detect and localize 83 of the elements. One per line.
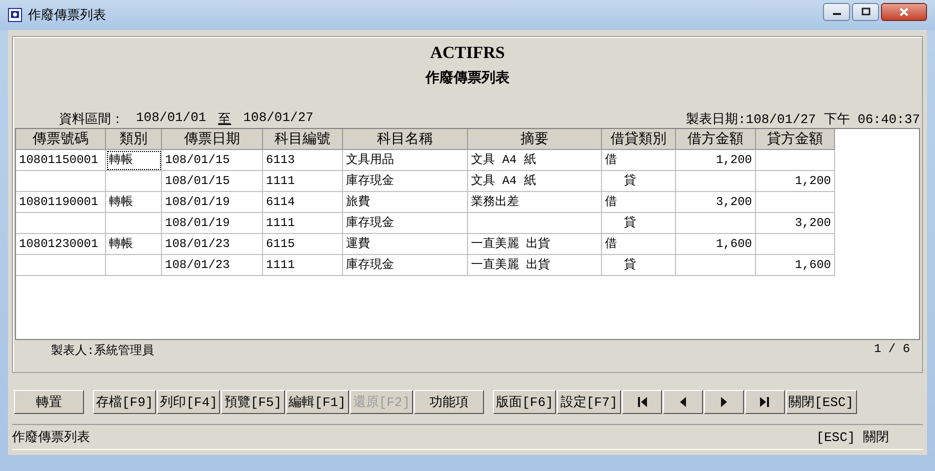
column-header: 傳票號碼 [16,129,106,150]
table-cell: 108/01/23 [162,234,263,255]
toolbar-button[interactable]: 編輯[F1] [286,390,349,414]
column-header: 科目編號 [263,129,343,150]
column-header: 摘要 [468,129,602,150]
close-icon [899,7,909,17]
table-cell: 1,200 [756,171,835,192]
column-header: 貸方金額 [756,129,835,150]
table-cell: 庫存現金 [343,171,468,192]
table-cell: 10801190001 [16,192,106,213]
first-page-button[interactable] [622,390,662,414]
table-cell: 一直美麗 出貨 [468,234,602,255]
next-page-button[interactable] [704,390,744,414]
table-cell: 庫存現金 [343,213,468,234]
table-cell: 6114 [263,192,343,213]
table-cell: 3,200 [676,192,756,213]
status-shortcut: [ESC] 關閉 [816,429,890,446]
toolbar-button[interactable]: 預覽[F5] [221,390,285,414]
table-cell: 10801150001 [16,150,106,171]
table-cell: 1,600 [756,255,835,276]
table-cell: 108/01/19 [162,192,263,213]
table-cell: 6115 [263,234,343,255]
table-cell: 文具用品 [343,150,468,171]
table-cell: 借 [602,234,676,255]
last-arrow-icon [758,396,771,408]
status-text: 作廢傳票列表 [12,429,90,446]
print-date: 製表日期:108/01/27 下午 06:40:37 [686,111,920,128]
column-header: 傳票日期 [162,129,263,150]
table-cell: 借 [602,150,676,171]
report-title: 作廢傳票列表 [424,69,510,87]
table-cell: 1111 [263,255,343,276]
first-arrow-icon [636,396,648,408]
range-to: 108/01/27 [243,110,314,127]
page-number: 1 / 6 [874,342,910,358]
column-header: 借方金額 [676,129,756,150]
minimize-button[interactable] [823,3,850,21]
column-header: 類別 [106,129,162,150]
table-cell: 轉帳 [106,234,162,255]
toolbar-button[interactable]: 轉置 [14,390,84,414]
company-name: ACTIFRS [429,43,506,63]
table-cell: 1111 [263,171,343,192]
table-cell: 108/01/15 [162,150,263,171]
table-cell: 貸 [602,213,676,234]
table-cell: 6113 [263,150,343,171]
table-cell: 運費 [343,234,468,255]
last-page-button[interactable] [744,390,785,414]
table-cell: 1111 [263,213,343,234]
table-cell: 旅費 [343,192,468,213]
column-header: 科目名稱 [343,129,468,150]
table-cell: 1,200 [676,150,756,171]
toolbar-button[interactable]: 關閉[ESC] [786,390,857,414]
table-cell: 文具 A4 紙 [468,150,602,171]
range-from: 108/01/01 [136,110,206,127]
table-cell: 108/01/15 [162,171,263,192]
range-label: 資料區間： [59,111,124,128]
table-cell: 轉帳 [106,150,162,171]
window-title: 作廢傳票列表 [28,7,106,24]
table-cell: 借 [602,192,676,213]
column-header: 借貸類別 [602,129,676,150]
table-cell: 庫存現金 [343,255,468,276]
table-cell: 108/01/19 [162,213,263,234]
range-separator: 至 [218,111,232,128]
maximize-icon [860,7,870,17]
table-cell: 3,200 [756,213,835,234]
table-cell: 一直美麗 出貨 [468,255,602,276]
table-cell: 轉帳 [106,192,162,213]
report-maker: 製表人:系統管理員 [51,343,154,359]
toolbar-button[interactable]: 功能項 [414,390,484,414]
maximize-button[interactable] [852,3,879,21]
toolbar-button[interactable]: 存檔[F9] [93,390,156,414]
table-cell: 文具 A4 紙 [468,171,602,192]
table-cell: 貸 [602,255,676,276]
toolbar-button[interactable]: 列印[F4] [157,390,220,414]
table-cell: 貸 [602,171,676,192]
table-cell: 10801230001 [16,234,106,255]
close-button[interactable] [881,3,927,21]
table-cell: 108/01/23 [162,255,263,276]
table-cell: 1,600 [676,234,756,255]
table-cell: 業務出差 [468,192,602,213]
toolbar-button[interactable]: 設定[F7] [557,390,621,414]
prev-page-button[interactable] [662,390,703,414]
toolbar-button[interactable]: 版面[F6] [493,390,556,414]
app-icon [8,8,22,22]
